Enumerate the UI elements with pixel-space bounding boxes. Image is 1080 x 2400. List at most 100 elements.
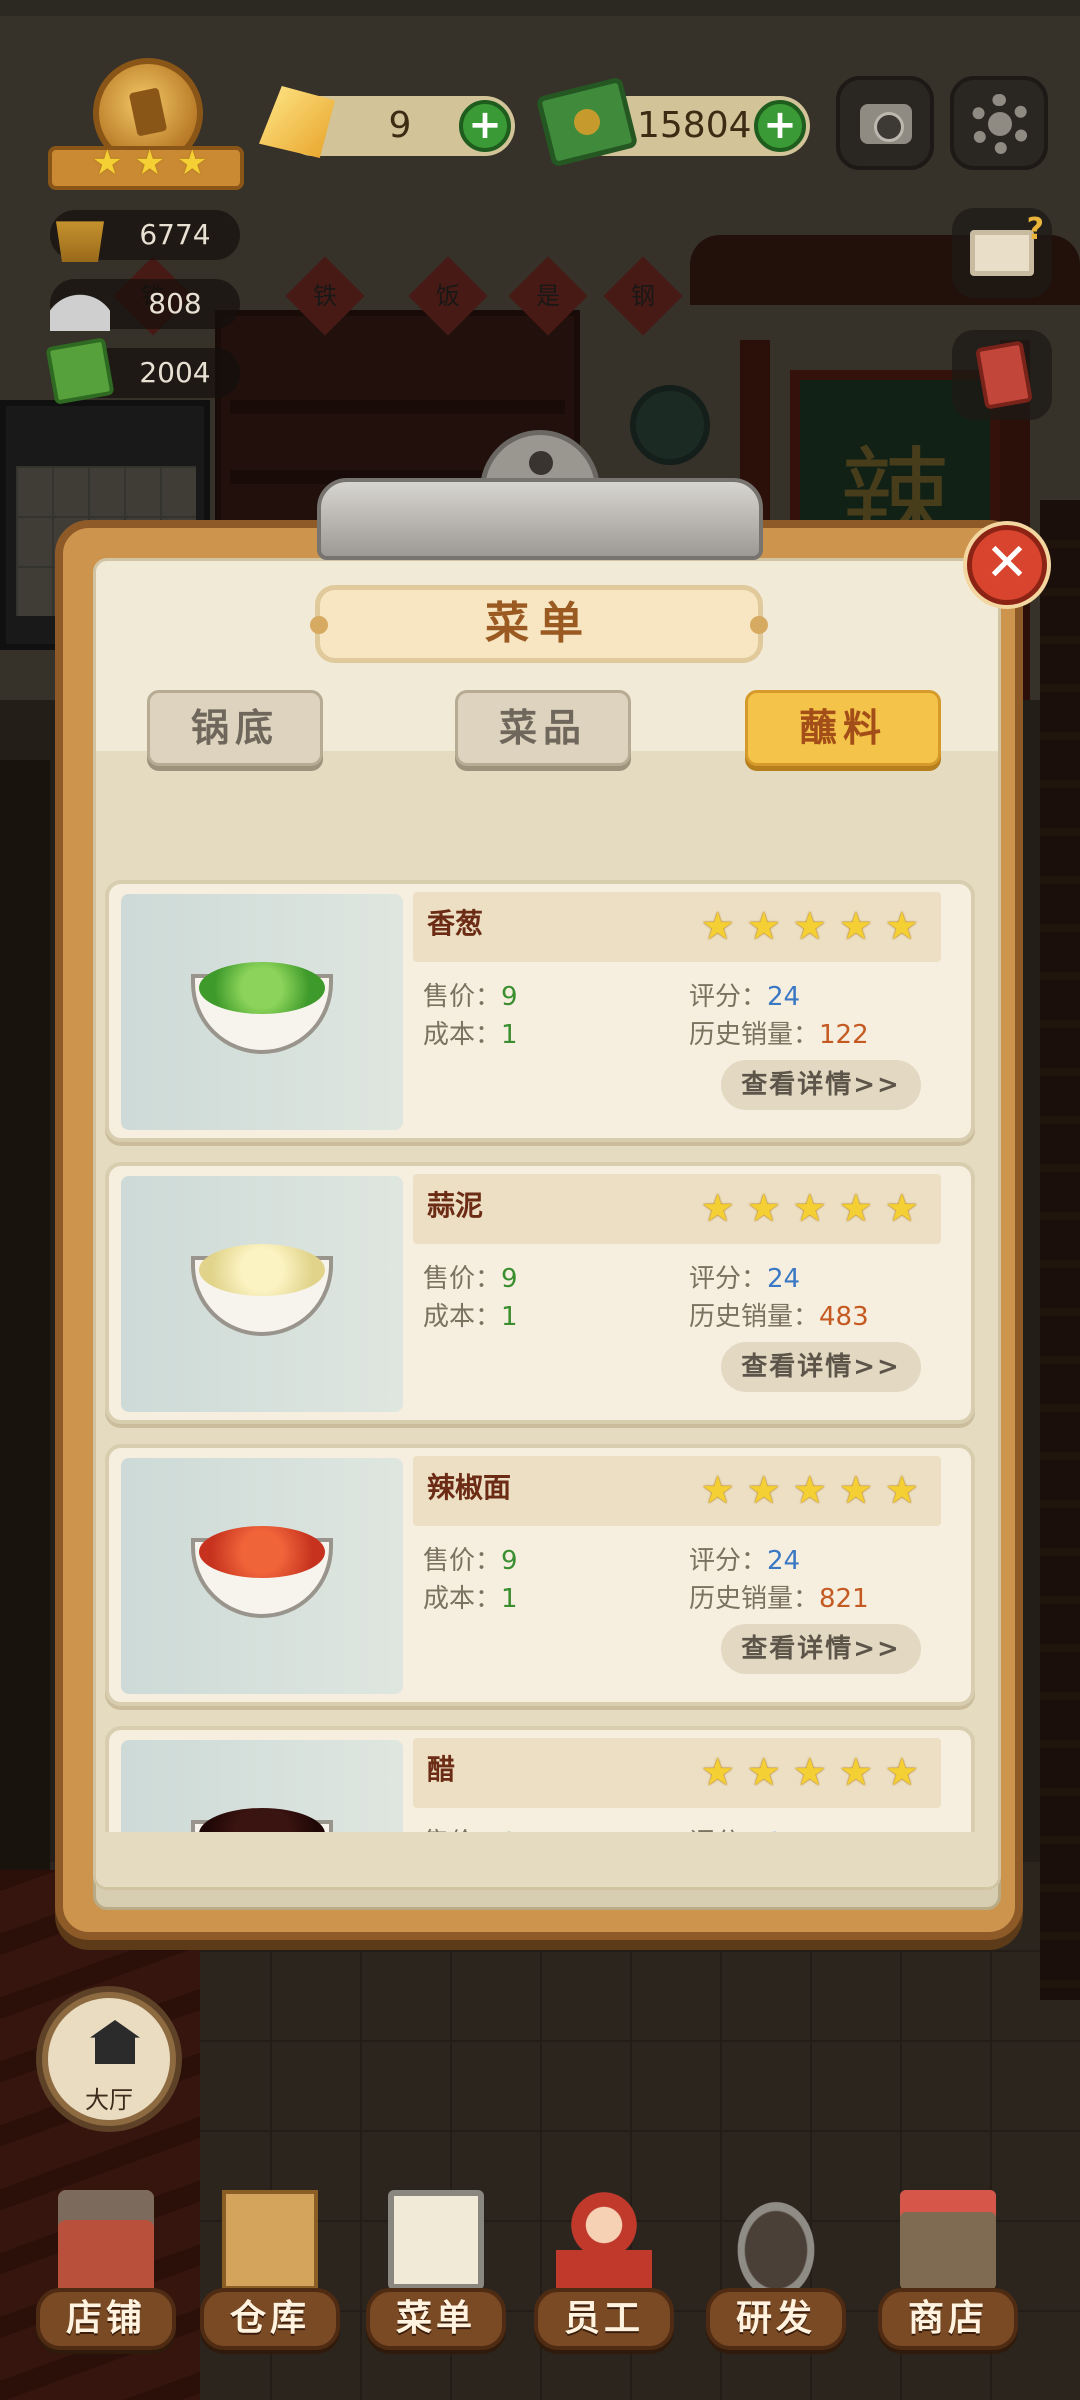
cost-value: 1 [501, 1302, 518, 1332]
star-icon: ★ [700, 904, 735, 948]
pot-icon [56, 221, 104, 262]
question-icon: ? [1026, 212, 1044, 247]
star-icon: ★ [792, 1186, 827, 1230]
tab-soup-base[interactable]: 锅底 [147, 690, 323, 766]
nav-label: 店铺 [65, 2298, 146, 2339]
top-hud: ★ ★ ★ 9 + 15804 + 6774 808 2004 ? [0, 0, 1080, 420]
book-icon [45, 337, 115, 405]
dish-card[interactable]: 蒜泥 ★ ★ ★ ★ ★ 售价：9 成本：1 评分：24 历史销量：483 查看详情>> [105, 1162, 975, 1424]
dish-card[interactable]: 辣椒面 ★ ★ ★ ★ ★ 售价：9 成本：1 评分：24 历史销量：821 查看详情>… [105, 1444, 975, 1706]
star-icon: ★ [792, 1750, 827, 1794]
tab-label: 菜品 [498, 706, 587, 750]
cost-value: 1 [501, 1584, 518, 1614]
scallion-icon [199, 962, 325, 1014]
lobby-button[interactable]: 大厅 [42, 1992, 176, 2126]
gem-icon [259, 86, 335, 158]
close-icon: ✕ [985, 533, 1029, 593]
tab-dishes[interactable]: 菜品 [455, 690, 631, 766]
close-button[interactable]: ✕ [967, 525, 1047, 605]
score-label: 评分： [689, 1264, 768, 1294]
star-icon: ★ [700, 1468, 735, 1512]
shop-icon [58, 2190, 154, 2290]
view-details-button[interactable]: 查看详情>> [721, 1624, 921, 1674]
dish-name: 蒜泥 [427, 1189, 484, 1222]
star-icon: ★ [792, 1468, 827, 1512]
camera-button[interactable] [836, 76, 934, 170]
dish-list[interactable]: 香葱 ★ ★ ★ ★ ★ 售价：9 成本：1 评分：24 历史销量：122 查看详情>>… [105, 860, 975, 1832]
cost-stat: 成本：1 [423, 1578, 518, 1615]
dish-name: 醋 [427, 1753, 456, 1786]
settings-button[interactable] [950, 76, 1048, 170]
dish-rating-stars: ★ ★ ★ ★ ★ [701, 1752, 919, 1792]
sales-stat: 历史销量：483 [689, 1296, 869, 1333]
nav-staff[interactable]: 员工 [534, 2170, 674, 2370]
nav-shop[interactable]: 店铺 [36, 2170, 176, 2370]
guide-button[interactable]: ? [952, 208, 1052, 298]
tab-dipping-sauce[interactable]: 蘸料 [745, 690, 941, 766]
stat-pot-value: 6774 [139, 218, 211, 251]
stat-pot[interactable]: 6774 [50, 210, 240, 262]
view-details-button[interactable]: 查看详情>> [721, 1342, 921, 1392]
price-value: 9 [501, 1264, 518, 1294]
star-icon: ★ [884, 1468, 919, 1512]
score-label: 评分： [689, 982, 768, 1012]
nav-label: 菜单 [395, 2298, 476, 2339]
star-icon: ★ [746, 1186, 781, 1230]
dish-rating-stars: ★ ★ ★ ★ ★ [701, 1470, 919, 1510]
garlic-icon [199, 1244, 325, 1296]
menu-title: 菜单 [485, 598, 593, 649]
tab-label: 蘸料 [798, 706, 887, 750]
star-icon: ★ [746, 904, 781, 948]
cost-stat: 成本：1 [423, 1296, 518, 1333]
score-stat: 评分：24 [689, 976, 800, 1013]
nav-research[interactable]: 研发 [706, 2170, 846, 2370]
dish-card[interactable]: 醋 ★★★★★ 售价：9 评分：24 [105, 1726, 975, 1832]
sales-value: 483 [819, 1302, 869, 1332]
journal-button[interactable] [952, 330, 1052, 420]
star-icon: ★ [746, 1468, 781, 1512]
score-value: 24 [767, 1264, 801, 1294]
nav-store[interactable]: 商店 [878, 2170, 1018, 2370]
view-details-button[interactable]: 查看详情>> [721, 1060, 921, 1110]
price-stat: 售价：9 [423, 976, 518, 1013]
star-icon: ★ [134, 143, 165, 183]
dish-name-bar: 辣椒面 ★ ★ ★ ★ ★ [413, 1456, 941, 1526]
gem-counter: 9 + [259, 86, 515, 158]
dish-rating-stars: ★ ★ ★ ★ ★ [701, 1188, 919, 1228]
cost-value: 1 [501, 1020, 518, 1050]
star-icon: ★ [92, 143, 123, 183]
dish-name: 辣椒面 [427, 1471, 512, 1504]
stat-book[interactable]: 2004 [45, 337, 240, 405]
star-icon: ★ [838, 904, 873, 948]
vinegar-icon [199, 1808, 325, 1832]
research-wok-icon [728, 2190, 824, 2290]
stat-cloche-value: 808 [148, 287, 202, 320]
nav-menu[interactable]: 菜单 [366, 2170, 506, 2370]
gear-icon [970, 94, 1030, 154]
sales-label: 历史销量： [689, 1302, 820, 1332]
clip-plate [317, 478, 763, 560]
nav-warehouse[interactable]: 仓库 [200, 2170, 340, 2370]
staff-icon [556, 2190, 652, 2290]
stat-cloche[interactable]: 808 [50, 273, 240, 331]
dish-name: 香葱 [427, 907, 484, 940]
star-icon: ★ [884, 1750, 919, 1794]
rank-stars: ★ ★ ★ [92, 143, 207, 183]
stat-book-value: 2004 [139, 356, 211, 389]
chili-powder-icon [199, 1526, 325, 1578]
store-icon [900, 2190, 996, 2290]
dish-name-bar: 醋 ★ ★ ★ ★ ★ [413, 1738, 941, 1808]
clipboard-clip [317, 430, 763, 560]
star-icon: ★ [700, 1186, 735, 1230]
star-icon: ★ [838, 1750, 873, 1794]
dish-image [121, 894, 403, 1130]
plaque-ornament [310, 616, 328, 634]
star-icon: ★ [746, 1750, 781, 1794]
dish-card[interactable]: 香葱 ★ ★ ★ ★ ★ 售价：9 成本：1 评分：24 历史销量：122 查看详情>> [105, 880, 975, 1142]
add-gems-button[interactable]: + [459, 100, 511, 152]
menu-modal: 菜单 ✕ 锅底 菜品 蘸料 香葱 ★ ★ ★ ★ ★ 售价：9 成本：1 评分：24 历… [55, 430, 1047, 1940]
price-stat: 售价：9 [423, 1540, 518, 1577]
add-cash-button[interactable]: + [754, 100, 806, 152]
nav-label: 仓库 [229, 2298, 310, 2339]
rank-badge[interactable]: ★ ★ ★ [48, 58, 244, 194]
